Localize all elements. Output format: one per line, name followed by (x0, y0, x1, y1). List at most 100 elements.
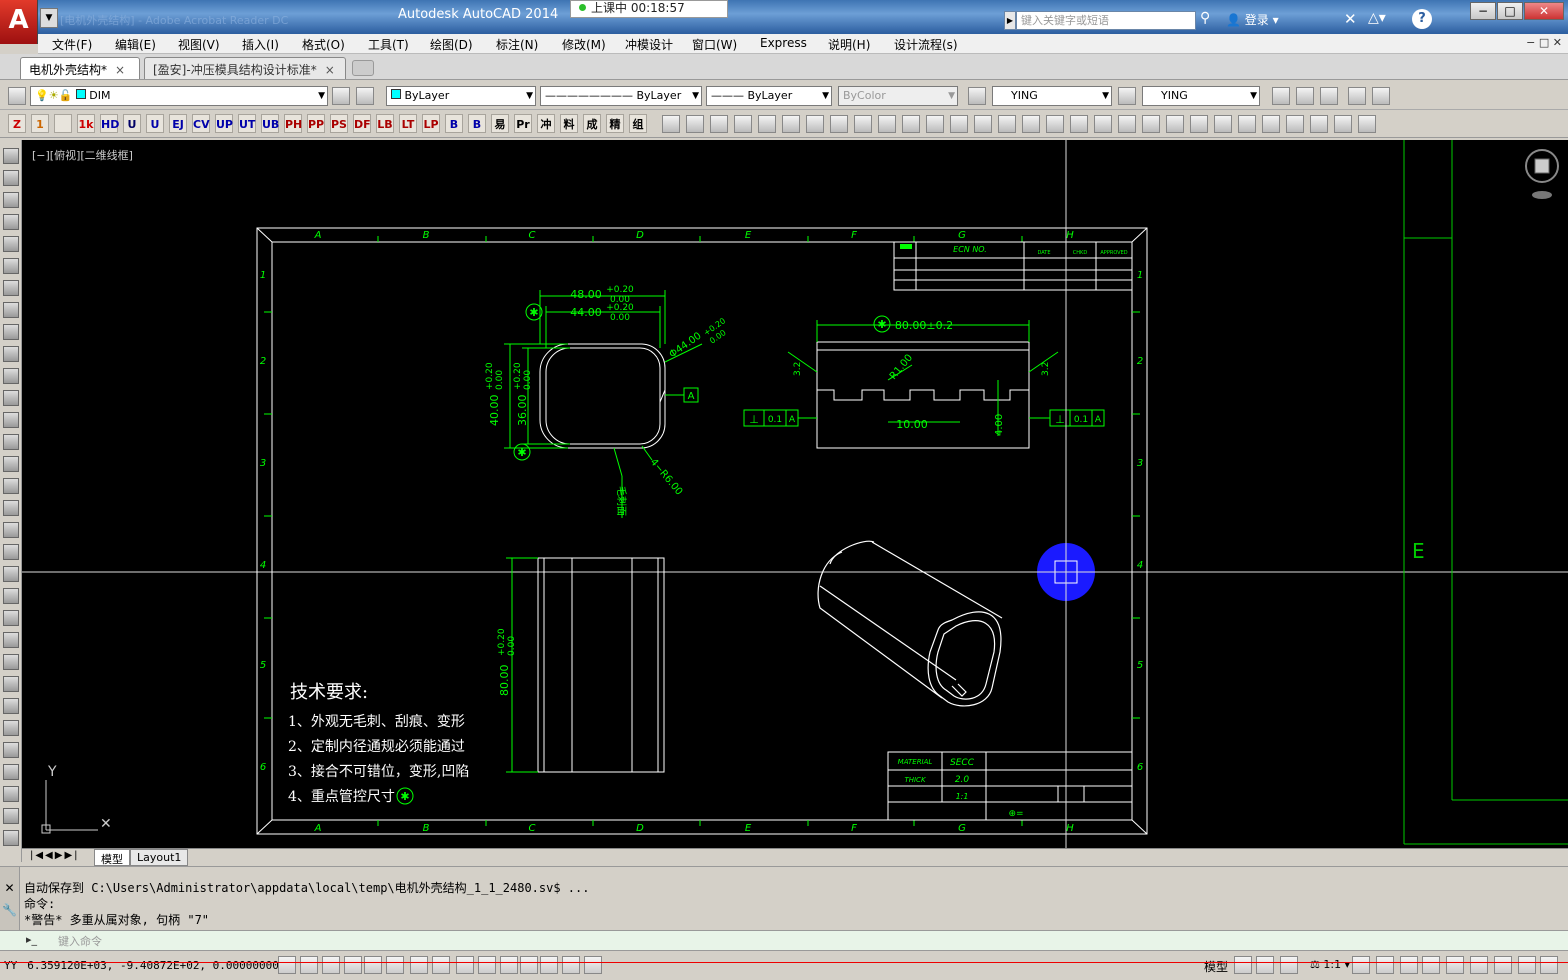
modify-tool-4-icon[interactable] (758, 115, 776, 133)
dim-style-select[interactable]: YING ▼ (1142, 86, 1260, 106)
modify-tool-12-icon[interactable] (950, 115, 968, 133)
modify-tool-9-icon[interactable] (878, 115, 896, 133)
plugin-tool-8-icon[interactable]: CV (192, 114, 210, 133)
menu-tools[interactable]: 工具(T) (368, 36, 409, 53)
status-tool-9-icon[interactable] (1494, 956, 1512, 974)
draw-tool-4-icon[interactable] (3, 236, 19, 252)
draw-tool-20-icon[interactable] (3, 588, 19, 604)
class-timer-badge[interactable]: 上课中 00:18:57 (570, 0, 728, 18)
status-tool-11-icon[interactable] (1540, 956, 1558, 974)
binoculars-icon[interactable]: ⚲ (1200, 10, 1210, 26)
plugin-tool-22-icon[interactable]: Pr (514, 114, 532, 133)
doc-tab-stamping-standard[interactable]: [盈安]-冲压模具结构设计标准* × (144, 57, 346, 79)
draw-tool-7-icon[interactable] (3, 302, 19, 318)
draw-tool-19-icon[interactable] (3, 566, 19, 582)
draw-tool-15-icon[interactable] (3, 478, 19, 494)
draw-tool-25-icon[interactable] (3, 698, 19, 714)
plugin-tool-20-icon[interactable]: B (468, 114, 486, 133)
search-input[interactable]: 键入关键字或短语 (1016, 11, 1196, 30)
drafting-toggle-7-icon[interactable] (432, 956, 450, 974)
draw-tool-31-icon[interactable] (3, 830, 19, 846)
modify-tool-17-icon[interactable] (1070, 115, 1088, 133)
document-window-controls[interactable]: − □ ✕ (1526, 36, 1562, 49)
plugin-tool-7-icon[interactable]: EJ (169, 114, 187, 133)
modify-tool-10-icon[interactable] (902, 115, 920, 133)
plugin-tool-16-icon[interactable]: LB (376, 114, 394, 133)
wrench-icon[interactable]: 🔧 (0, 903, 19, 917)
modify-tool-18-icon[interactable] (1094, 115, 1112, 133)
draw-tool-13-icon[interactable] (3, 434, 19, 450)
modify-tool-19-icon[interactable] (1118, 115, 1136, 133)
modify-tool-13-icon[interactable] (974, 115, 992, 133)
dim-style-icon[interactable] (1118, 87, 1136, 105)
markup-icon[interactable] (1372, 87, 1390, 105)
modify-tool-14-icon[interactable] (998, 115, 1016, 133)
draw-tool-27-icon[interactable] (3, 742, 19, 758)
status-tool-3-icon[interactable] (1352, 956, 1370, 974)
drafting-toggle-5-icon[interactable] (386, 956, 404, 974)
draw-tool-22-icon[interactable] (3, 632, 19, 648)
draw-tool-11-icon[interactable] (3, 390, 19, 406)
modify-tool-23-icon[interactable] (1214, 115, 1232, 133)
draw-tool-6-icon[interactable] (3, 280, 19, 296)
plot-icon[interactable] (1320, 87, 1338, 105)
new-tab-button[interactable] (352, 60, 374, 76)
drafting-toggle-4-icon[interactable] (364, 956, 382, 974)
draw-tool-26-icon[interactable] (3, 720, 19, 736)
draw-tool-21-icon[interactable] (3, 610, 19, 626)
plugin-tool-18-icon[interactable]: LP (422, 114, 440, 133)
modify-tool-22-icon[interactable] (1190, 115, 1208, 133)
status-tool-4-icon[interactable] (1376, 956, 1394, 974)
plugin-tool-19-icon[interactable]: B (445, 114, 463, 133)
modify-tool-0-icon[interactable] (662, 115, 680, 133)
drafting-toggle-6-icon[interactable] (410, 956, 428, 974)
close-icon[interactable]: × (325, 63, 335, 77)
modify-tool-25-icon[interactable] (1262, 115, 1280, 133)
status-tool-10-icon[interactable] (1518, 956, 1536, 974)
modify-tool-20-icon[interactable] (1142, 115, 1160, 133)
drawing-canvas[interactable]: [−][俯视][二维线框] AABBCCDDEEFFGGHH1122334455… (22, 140, 1568, 848)
draw-tool-16-icon[interactable] (3, 500, 19, 516)
draw-tool-10-icon[interactable] (3, 368, 19, 384)
modify-tool-5-icon[interactable] (782, 115, 800, 133)
draw-tool-30-icon[interactable] (3, 808, 19, 824)
exchange-icon[interactable]: ✕ (1344, 10, 1357, 28)
plugin-tool-10-icon[interactable]: UT (238, 114, 256, 133)
menu-insert[interactable]: 插入(I) (242, 36, 279, 53)
menu-design-flow[interactable]: 设计流程(s) (894, 36, 958, 53)
plugin-tool-23-icon[interactable]: 冲 (537, 114, 555, 133)
drafting-toggle-9-icon[interactable] (478, 956, 496, 974)
layout-nav-arrows[interactable]: |◀◀▶▶| (30, 850, 80, 861)
tab-model[interactable]: 模型 (94, 849, 130, 866)
modify-tool-16-icon[interactable] (1046, 115, 1064, 133)
plugin-tool-0-icon[interactable]: Z (8, 114, 26, 133)
draw-tool-9-icon[interactable] (3, 346, 19, 362)
close-icon[interactable]: ✕ (0, 881, 19, 895)
plugin-tool-5-icon[interactable]: U (123, 114, 141, 133)
status-tool-8-icon[interactable] (1470, 956, 1488, 974)
layer-state-icon[interactable] (356, 87, 374, 105)
modify-tool-15-icon[interactable] (1022, 115, 1040, 133)
menu-file[interactable]: 文件(F) (52, 36, 92, 53)
close-icon[interactable]: × (115, 63, 125, 77)
plugin-tool-14-icon[interactable]: PS (330, 114, 348, 133)
draw-tool-18-icon[interactable] (3, 544, 19, 560)
text-style-icon[interactable] (968, 87, 986, 105)
modify-tool-7-icon[interactable] (830, 115, 848, 133)
menu-edit[interactable]: 编辑(E) (115, 36, 156, 53)
coordinate-readout[interactable]: YY 6.359120E+03, -9.40872E+02, 0.00000000 (4, 959, 279, 972)
color-select[interactable]: ByLayer ▼ (386, 86, 536, 106)
table-style-icon[interactable] (1272, 87, 1290, 105)
menu-help[interactable]: 说明(H) (828, 36, 870, 53)
modify-tool-11-icon[interactable] (926, 115, 944, 133)
plugin-tool-6-icon[interactable]: U (146, 114, 164, 133)
drafting-toggle-3-icon[interactable] (344, 956, 362, 974)
drafting-toggle-2-icon[interactable] (322, 956, 340, 974)
draw-tool-5-icon[interactable] (3, 258, 19, 274)
draw-tool-24-icon[interactable] (3, 676, 19, 692)
menu-format[interactable]: 格式(O) (302, 36, 345, 53)
plugin-tool-26-icon[interactable]: 精 (606, 114, 624, 133)
modify-tool-8-icon[interactable] (854, 115, 872, 133)
modify-tool-6-icon[interactable] (806, 115, 824, 133)
plugin-tool-4-icon[interactable]: HD (100, 114, 119, 133)
